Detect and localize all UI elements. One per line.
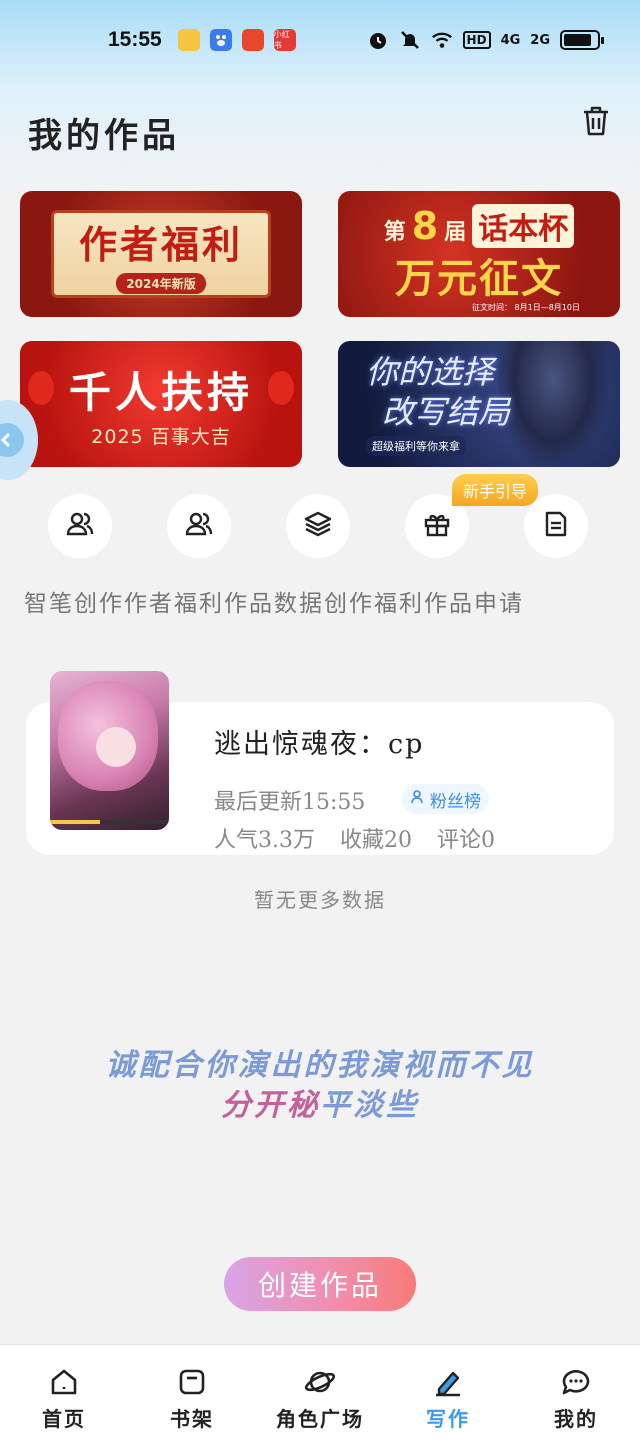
user-icon	[410, 789, 426, 810]
banner-2-title: 万元征文	[395, 256, 563, 302]
work-favorites: 收藏20	[340, 828, 412, 853]
nav-label-mine: 我的	[554, 1407, 598, 1431]
status-indicators: HD 4G 2G	[367, 29, 604, 51]
nav-label-bookshelf: 书架	[170, 1407, 214, 1431]
banner-2-header: 第 8 届 话本杯	[383, 204, 575, 248]
lantern-right	[268, 371, 294, 405]
document-icon	[541, 509, 571, 543]
nav-item-mine[interactable]: 我的	[512, 1345, 640, 1433]
chat-icon	[559, 1365, 593, 1399]
baidu-icon	[209, 29, 232, 51]
planet-icon	[303, 1365, 337, 1399]
work-title[interactable]: 逃出惊魂夜：cp	[214, 722, 424, 761]
quick-work-application-button[interactable]	[524, 494, 588, 558]
nav-label-character-plaza: 角色广场	[276, 1407, 364, 1431]
bottom-nav: 首页 书架 角色广场 写作 我的	[0, 1344, 640, 1433]
users-icon	[184, 509, 214, 543]
work-last-updated: 最后更新15:55	[214, 790, 366, 815]
status-bar: 15:55 小红书 HD 4G 2G	[0, 0, 640, 80]
banner-4-character	[498, 341, 608, 467]
slogan-line-2-pink: 分开秘	[221, 1088, 320, 1123]
work-cover-image[interactable]	[50, 671, 169, 830]
banner-support-program[interactable]: 千人扶持 2025 百事大吉	[20, 341, 302, 467]
nav-item-writing[interactable]: 写作	[384, 1345, 512, 1433]
quick-actions	[0, 494, 640, 558]
nav-label-home: 首页	[42, 1407, 86, 1431]
fans-ranking-label: 粉丝榜	[430, 791, 481, 812]
banner-author-benefits[interactable]: 作者福利 2024年新版	[20, 191, 302, 317]
wifi-icon	[431, 29, 453, 51]
home-icon	[47, 1365, 81, 1399]
fans-ranking-button[interactable]: 粉丝榜	[402, 784, 489, 814]
nav-item-character-plaza[interactable]: 角色广场	[256, 1345, 384, 1433]
banner-writing-contest[interactable]: 第 8 届 话本杯 万元征文 征文时间： 8月1日—8月10日	[338, 191, 620, 317]
hd-indicator: HD	[462, 31, 491, 49]
status-app-icons: 小红书	[177, 29, 296, 51]
banner-3-subtitle: 2025 百事大吉	[91, 426, 231, 448]
banner-2-note: 征文时间： 8月1日—8月10日	[472, 303, 580, 312]
banner-4-title-2: 改写结局	[382, 393, 511, 431]
banner-4-subtitle: 超级福利等你来拿	[366, 436, 466, 456]
app-icon-4: 小红书	[273, 29, 296, 51]
lantern-left	[28, 371, 54, 405]
work-popularity: 人气3.3万	[214, 828, 315, 853]
battery-icon	[560, 30, 604, 50]
app-icon-3	[241, 29, 264, 51]
quick-ai-writing-button[interactable]	[48, 494, 112, 558]
banner-2-suffix: 届	[444, 220, 467, 245]
nav-item-bookshelf[interactable]: 书架	[128, 1345, 256, 1433]
banner-2-num: 8	[411, 204, 439, 248]
banner-4-title-1: 你的选择	[366, 353, 495, 391]
banner-scroll: 作者福利 2024年新版	[51, 210, 271, 298]
banner-your-choice[interactable]: 你的选择 改写结局 超级福利等你来拿	[338, 341, 620, 467]
quick-action-labels: 智笔创作作者福利作品数据创作福利作品申请	[24, 591, 524, 617]
banner-1-title: 作者福利	[78, 222, 243, 267]
quick-author-benefits-button[interactable]	[167, 494, 231, 558]
create-work-button[interactable]: 创建作品	[224, 1257, 416, 1311]
trash-icon[interactable]	[580, 104, 612, 138]
layers-icon	[303, 509, 333, 543]
pen-icon	[431, 1365, 465, 1399]
new-user-guide-badge[interactable]: 新手引导	[452, 474, 538, 506]
alarm-icon	[367, 29, 389, 51]
banner-1-subtitle: 2024年新版	[116, 273, 206, 294]
quick-work-data-button[interactable]	[286, 494, 350, 558]
app-icon-4-label: 小红书	[273, 30, 290, 50]
app-icon-1	[177, 29, 200, 51]
status-time: 15:55	[108, 28, 162, 51]
banner-2-prefix: 第	[383, 220, 406, 245]
slogan-line-1: 诚配合你演出的我演视而不见	[105, 1048, 535, 1083]
gift-icon	[422, 509, 452, 543]
slogan-line-2-blue: 平淡些	[320, 1088, 419, 1123]
page-title: 我的作品	[28, 116, 180, 156]
network-4g: 4G	[500, 32, 521, 48]
mute-icon	[399, 29, 421, 51]
banner-2-cup: 话本杯	[472, 204, 575, 248]
bookshelf-icon	[175, 1365, 209, 1399]
nav-label-writing: 写作	[426, 1407, 470, 1431]
work-comments: 评论0	[437, 828, 495, 853]
network-2g: 2G	[530, 32, 550, 48]
work-stats: 人气3.3万 收藏20 评论0	[214, 822, 495, 854]
banner-3-title: 千人扶持	[68, 368, 253, 417]
slogan-line-2: 分开秘平淡些	[0, 1080, 640, 1124]
nav-item-home[interactable]: 首页	[0, 1345, 128, 1433]
no-more-data-text: 暂无更多数据	[254, 888, 386, 912]
chevron-left-icon	[0, 423, 24, 457]
users-icon	[65, 509, 95, 543]
